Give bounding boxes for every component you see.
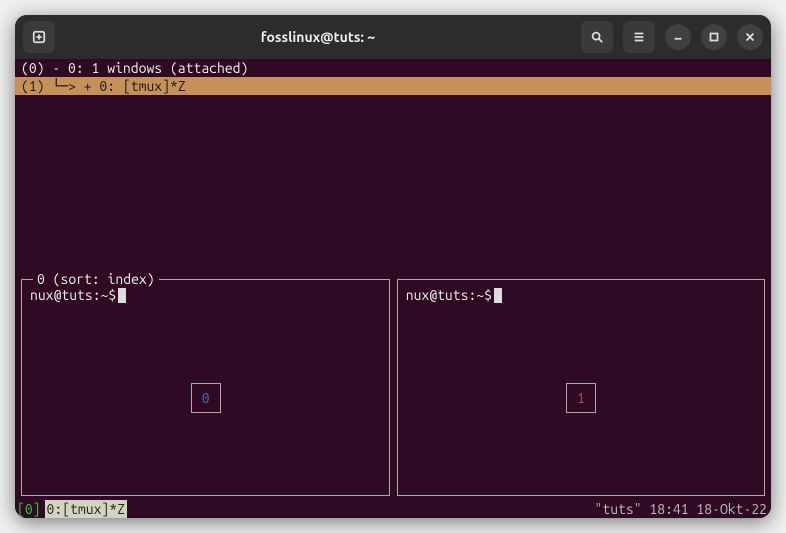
preview-header: 0 (sort: index) [33,270,159,288]
status-session: [0] [15,500,43,518]
titlebar-right-controls [581,21,763,53]
tree-window-line-selected[interactable]: (1) └─> + 0: [tmux]*Z [15,77,771,95]
cursor-icon [118,288,126,303]
prompt-text: nux@tuts:~$ [30,286,116,304]
close-button[interactable] [737,24,763,50]
pane-number-1: 1 [566,383,596,413]
terminal-window: fosslinux@tuts: ~ (0) - 0: 1 windows (at… [15,15,771,518]
window-title: fosslinux@tuts: ~ [61,29,575,45]
menu-button[interactable] [623,21,655,53]
status-right: "tuts" 18:41 18-Okt-22 [591,500,771,518]
cursor-icon [494,288,502,303]
minimize-button[interactable] [665,24,691,50]
preview-pane-0[interactable]: nux@tuts:~$ 0 [21,279,389,496]
prompt-text: nux@tuts:~$ [406,286,492,304]
status-current-window[interactable]: 0:[tmux]*Z [45,500,127,518]
titlebar: fosslinux@tuts: ~ [15,15,771,59]
maximize-button[interactable] [701,24,727,50]
tree-session-line[interactable]: (0) - 0: 1 windows (attached) [15,59,771,77]
new-tab-button[interactable] [23,21,55,53]
pane-1-prompt: nux@tuts:~$ [398,280,764,304]
terminal-content[interactable]: (0) - 0: 1 windows (attached) (1) └─> + … [15,59,771,518]
tmux-statusbar: [0] 0:[tmux]*Z "tuts" 18:41 18-Okt-22 [15,500,771,518]
preview-pane-1[interactable]: nux@tuts:~$ 1 [397,279,765,496]
pane-divider [389,279,390,496]
pane-number-0: 0 [191,383,221,413]
search-button[interactable] [581,21,613,53]
preview-area: 0 (sort: index) nux@tuts:~$ 0 nux@tuts:~… [21,279,765,496]
